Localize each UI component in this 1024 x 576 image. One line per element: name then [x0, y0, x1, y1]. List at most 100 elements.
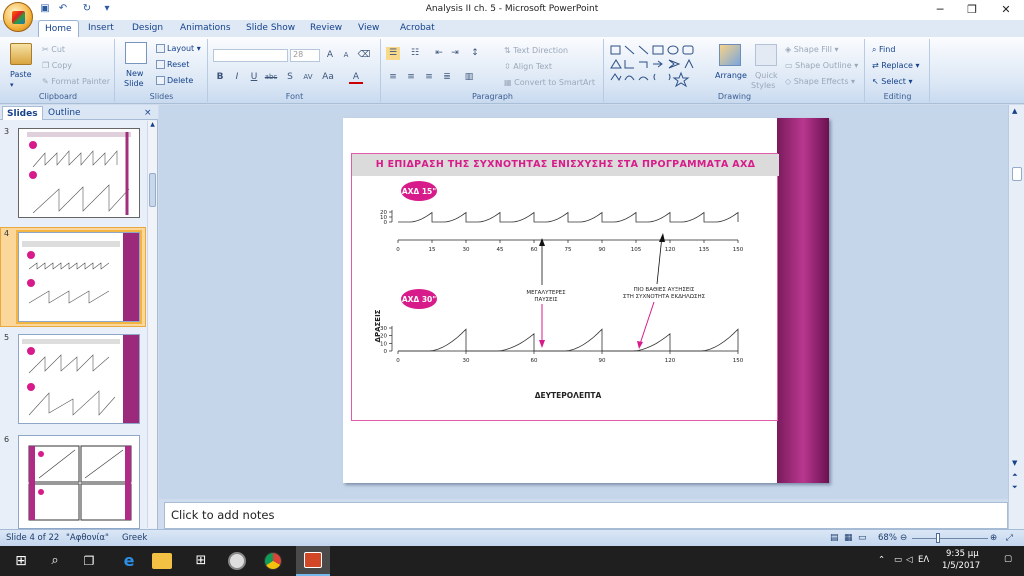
zoom-slider-thumb[interactable] — [936, 533, 940, 543]
numbering-icon[interactable]: ☷ — [408, 47, 422, 60]
find-button[interactable]: ⌕ Find — [872, 45, 895, 55]
notes-pane[interactable]: Click to add notes — [164, 502, 1008, 529]
font-color-icon[interactable]: A — [349, 71, 363, 84]
zoom-in-icon[interactable]: ⊕ — [990, 533, 997, 543]
format-painter-button[interactable]: ✎ Format Painter — [42, 77, 110, 86]
bold-icon[interactable]: B — [213, 71, 227, 84]
scroll-thumb[interactable] — [149, 173, 156, 207]
next-slide-icon[interactable]: ⏷ — [1012, 483, 1018, 492]
copy-button[interactable]: ❐ Copy — [42, 61, 72, 70]
shrink-font-icon[interactable]: A — [339, 49, 353, 62]
maximize-icon[interactable]: ❐ — [956, 0, 988, 20]
char-spacing-icon[interactable]: AV — [301, 71, 315, 84]
layout-button[interactable]: Layout ▾ — [156, 44, 201, 53]
decrease-indent-icon[interactable]: ⇤ — [432, 47, 446, 60]
font-size-combo[interactable]: 28 — [290, 49, 320, 62]
arrange-icon[interactable] — [719, 44, 741, 66]
tab-insert[interactable]: Insert — [82, 20, 120, 37]
tab-acrobat[interactable]: Acrobat — [394, 20, 441, 37]
slide-sorter-icon[interactable]: ▦ — [844, 533, 853, 543]
italic-icon[interactable]: I — [230, 71, 244, 84]
tab-view[interactable]: View — [352, 20, 385, 37]
tab-outline[interactable]: Outline — [44, 106, 85, 120]
notes-placeholder[interactable]: Click to add notes — [171, 508, 274, 522]
new-slide-button[interactable]: New — [126, 69, 143, 78]
select-button[interactable]: ↖ Select ▾ — [872, 77, 913, 86]
convert-smartart-button[interactable]: ▦ Convert to SmartArt — [504, 78, 595, 87]
new-slide-button-2[interactable]: Slide — [124, 79, 144, 88]
tab-slide-show[interactable]: Slide Show — [240, 20, 301, 37]
grow-font-icon[interactable]: A — [323, 49, 337, 62]
keyboard-language[interactable]: ΕΛ — [918, 555, 929, 565]
notifications-icon[interactable]: ▢ — [1004, 554, 1012, 564]
quick-styles-button[interactable]: Quick — [755, 71, 778, 80]
align-text-button[interactable]: ⇳ Align Text — [504, 62, 552, 71]
bullets-icon[interactable]: ☰ — [386, 47, 400, 60]
zoom-out-icon[interactable]: ⊖ — [900, 533, 907, 543]
scroll-up-icon[interactable]: ▲ — [1012, 107, 1017, 115]
search-icon[interactable]: ⌕ — [44, 550, 66, 572]
delete-button[interactable]: Delete — [156, 76, 193, 85]
thumbnail-slide-5[interactable]: 5 — [0, 331, 148, 427]
shape-effects-button[interactable]: ◇ Shape Effects ▾ — [785, 77, 855, 86]
shapes-gallery-icon[interactable] — [609, 44, 709, 88]
powerpoint-taskbar-button[interactable] — [296, 546, 330, 576]
align-left-icon[interactable]: ≡ — [386, 71, 400, 84]
thumbnail-slide-6[interactable]: 6 — [0, 433, 148, 529]
slide-title[interactable]: Η ΕΠΙΔΡΑΣΗ ΤΗΣ ΣΥΧΝΟΤΗΤΑΣ ΕΝΙΣΧΥΣΗΣ ΣΤΑ … — [352, 154, 779, 176]
normal-view-icon[interactable]: ▤ — [830, 533, 839, 543]
network-icon[interactable]: ▭ — [894, 555, 902, 565]
tab-review[interactable]: Review — [304, 20, 348, 37]
zoom-slider[interactable] — [912, 538, 988, 539]
columns-icon[interactable]: ▥ — [462, 71, 476, 84]
arrange-button[interactable]: Arrange — [715, 71, 747, 80]
thumbnail-slide-3[interactable]: 3 — [0, 125, 148, 221]
paste-dropdown-icon[interactable]: ▾ — [10, 81, 14, 89]
volume-icon[interactable]: ◁ — [906, 555, 913, 565]
increase-indent-icon[interactable]: ⇥ — [448, 47, 462, 60]
change-case-icon[interactable]: Aa — [321, 71, 335, 84]
slideshow-icon[interactable]: ▭ — [858, 533, 867, 543]
new-slide-icon[interactable] — [125, 42, 147, 64]
close-icon[interactable]: ✕ — [990, 0, 1022, 20]
scroll-up-icon[interactable]: ▲ — [148, 121, 157, 131]
align-right-icon[interactable]: ≡ — [422, 71, 436, 84]
align-center-icon[interactable]: ≡ — [404, 71, 418, 84]
tray-up-icon[interactable]: ⌃ — [878, 555, 885, 565]
fit-to-window-icon[interactable]: ⤢ — [1006, 533, 1013, 543]
strikethrough-icon[interactable]: abc — [264, 71, 278, 84]
shadow-icon[interactable]: S — [283, 71, 297, 84]
font-name-combo[interactable] — [213, 49, 288, 62]
language[interactable]: Greek — [122, 533, 147, 543]
edge-icon[interactable]: e — [118, 550, 140, 572]
line-spacing-icon[interactable]: ↕ — [468, 47, 482, 60]
previous-slide-icon[interactable]: ⏶ — [1012, 471, 1018, 480]
underline-icon[interactable]: U — [247, 71, 261, 84]
thumbnail-slide-4[interactable]: 4 — [0, 227, 148, 327]
scroll-down-icon[interactable]: ▼ — [1012, 459, 1017, 467]
tab-home[interactable]: Home — [38, 20, 79, 37]
scroll-thumb[interactable] — [1012, 167, 1022, 181]
paste-button[interactable]: Paste — [10, 70, 32, 79]
app-icon[interactable] — [228, 552, 246, 570]
slide-canvas[interactable]: Η ΕΠΙΔΡΑΣΗ ΤΗΣ ΣΥΧΝΟΤΗΤΑΣ ΕΝΙΣΧΥΣΗΣ ΣΤΑ … — [343, 118, 829, 483]
slide-editor[interactable]: Η ΕΠΙΔΡΑΣΗ ΤΗΣ ΣΥΧΝΟΤΗΤΑΣ ΕΝΙΣΧΥΣΗΣ ΣΤΑ … — [159, 105, 1008, 499]
office-button[interactable] — [3, 2, 33, 32]
paste-icon[interactable] — [10, 43, 32, 65]
file-explorer-icon[interactable] — [152, 553, 172, 569]
quick-styles-button-2[interactable]: Styles — [751, 81, 775, 90]
quick-styles-icon[interactable] — [755, 44, 777, 66]
editor-scrollbar[interactable]: ▲ ▼ ⏶ ⏷ — [1008, 105, 1024, 529]
close-panel-icon[interactable]: × — [144, 106, 152, 120]
minimize-icon[interactable]: ─ — [924, 0, 956, 20]
justify-icon[interactable]: ≣ — [440, 71, 454, 84]
tab-slides[interactable]: Slides — [2, 106, 43, 120]
zoom-level[interactable]: 68% — [878, 533, 897, 543]
reset-button[interactable]: Reset — [156, 60, 189, 69]
clear-format-icon[interactable]: ⌫ — [357, 49, 371, 62]
tab-animations[interactable]: Animations — [174, 20, 237, 37]
tab-design[interactable]: Design — [126, 20, 169, 37]
shape-fill-button[interactable]: ◈ Shape Fill ▾ — [785, 45, 839, 54]
cut-button[interactable]: ✂ Cut — [42, 45, 65, 54]
store-icon[interactable]: ⊞ — [190, 550, 212, 572]
